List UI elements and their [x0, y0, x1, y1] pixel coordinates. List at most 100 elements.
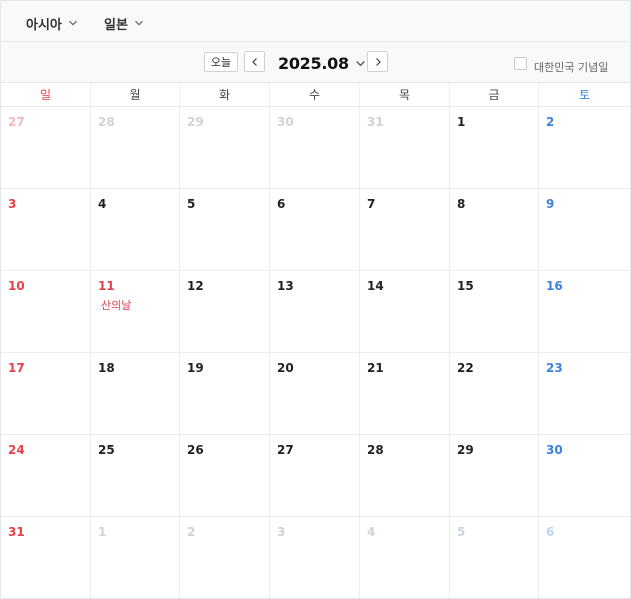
day-number: 2: [187, 525, 196, 539]
day-cell[interactable]: 8: [450, 189, 539, 271]
weekday-wednesday: 수: [270, 83, 360, 106]
day-cell[interactable]: 13: [270, 271, 360, 353]
day-cell[interactable]: 21: [360, 353, 450, 435]
chevron-down-icon: [134, 20, 143, 26]
day-number: 12: [187, 279, 204, 293]
day-number: 24: [8, 443, 25, 457]
country-dropdown[interactable]: 일본: [104, 14, 144, 33]
day-number: 27: [277, 443, 294, 457]
day-cell[interactable]: 28: [360, 435, 450, 517]
weekday-monday: 월: [91, 83, 180, 106]
day-number: 21: [367, 361, 384, 375]
korea-holidays-label: 대한민국 기념일: [534, 61, 609, 74]
day-cell[interactable]: 30: [539, 435, 630, 517]
day-cell[interactable]: 26: [180, 435, 270, 517]
day-number: 13: [277, 279, 294, 293]
day-cell[interactable]: 28: [91, 107, 180, 189]
day-cell[interactable]: 25: [91, 435, 180, 517]
day-cell[interactable]: 18: [91, 353, 180, 435]
day-cell[interactable]: 17: [1, 353, 91, 435]
day-cell[interactable]: 29: [180, 107, 270, 189]
region-dropdown-label: 아시아: [26, 17, 62, 33]
country-dropdown-label: 일본: [104, 17, 128, 33]
day-number: 11: [98, 279, 115, 293]
day-cell[interactable]: 27: [270, 435, 360, 517]
day-number: 28: [98, 115, 115, 129]
region-dropdown[interactable]: 아시아: [26, 14, 78, 33]
day-number: 28: [367, 443, 384, 457]
next-month-button[interactable]: [367, 51, 388, 72]
day-cell[interactable]: 12: [180, 271, 270, 353]
day-number: 5: [457, 525, 466, 539]
day-cell[interactable]: 3: [270, 517, 360, 598]
day-cell[interactable]: 24: [1, 435, 91, 517]
location-bar: 아시아 일본: [1, 1, 630, 42]
weekday-friday: 금: [450, 83, 539, 106]
korea-holidays-toggle[interactable]: 대한민국 기념일: [514, 55, 608, 75]
day-cell[interactable]: 14: [360, 271, 450, 353]
day-cell[interactable]: 6: [539, 517, 630, 598]
day-cell[interactable]: 30: [270, 107, 360, 189]
day-number: 27: [8, 115, 25, 129]
day-number: 3: [277, 525, 286, 539]
day-number: 17: [8, 361, 25, 375]
weekday-saturday: 토: [578, 88, 591, 102]
month-navigation-bar: 오늘 2025.08 대한민국 기념일: [1, 42, 630, 83]
day-cell[interactable]: 4: [360, 517, 450, 598]
chevron-right-icon: [375, 57, 381, 66]
day-cell[interactable]: 20: [270, 353, 360, 435]
day-number: 25: [98, 443, 115, 457]
day-cell[interactable]: 19: [180, 353, 270, 435]
day-cell[interactable]: 2: [539, 107, 630, 189]
day-number: 18: [98, 361, 115, 375]
today-button[interactable]: 오늘: [204, 52, 238, 72]
day-number: 15: [457, 279, 474, 293]
day-cell[interactable]: 16: [539, 271, 630, 353]
day-number: 22: [457, 361, 474, 375]
year-month-picker[interactable]: 2025.08: [278, 52, 366, 74]
day-cell[interactable]: 5: [180, 189, 270, 271]
day-number: 31: [367, 115, 384, 129]
day-number: 29: [187, 115, 204, 129]
day-number: 4: [367, 525, 376, 539]
day-number: 6: [546, 525, 555, 539]
day-cell[interactable]: 31: [1, 517, 91, 598]
month-grid: 27 28 29 30 31 1 2 3 4 5 6 7 8 9 10 11 산의날 12 13 14 15 16 17 18…: [1, 107, 630, 598]
day-number: 10: [8, 279, 25, 293]
day-cell[interactable]: 31: [360, 107, 450, 189]
day-number: 30: [277, 115, 294, 129]
day-cell[interactable]: 1: [450, 107, 539, 189]
day-cell[interactable]: 3: [1, 189, 91, 271]
day-number: 1: [457, 115, 466, 129]
day-cell[interactable]: 29: [450, 435, 539, 517]
day-number: 1: [98, 525, 107, 539]
day-number: 3: [8, 197, 17, 211]
prev-month-button[interactable]: [244, 51, 265, 72]
day-number: 23: [546, 361, 563, 375]
weekday-header: 일 월 화 수 목 금 토: [1, 83, 630, 107]
chevron-down-icon: [355, 60, 365, 66]
chevron-down-icon: [68, 20, 77, 26]
day-cell[interactable]: 5: [450, 517, 539, 598]
day-number: 30: [546, 443, 563, 457]
day-number: 29: [457, 443, 474, 457]
weekday-tuesday: 화: [180, 83, 270, 106]
day-cell[interactable]: 15: [450, 271, 539, 353]
day-cell[interactable]: 27: [1, 107, 91, 189]
day-cell[interactable]: 22: [450, 353, 539, 435]
day-cell[interactable]: 6: [270, 189, 360, 271]
korea-holidays-checkbox[interactable]: [514, 56, 527, 70]
day-cell[interactable]: 23: [539, 353, 630, 435]
day-number: 5: [187, 197, 196, 211]
day-cell[interactable]: 7: [360, 189, 450, 271]
day-cell[interactable]: 1: [91, 517, 180, 598]
day-number: 4: [98, 197, 107, 211]
day-number: 20: [277, 361, 294, 375]
day-number: 6: [277, 197, 286, 211]
day-cell[interactable]: 9: [539, 189, 630, 271]
day-cell[interactable]: 10: [1, 271, 91, 353]
day-cell[interactable]: 4: [91, 189, 180, 271]
day-number: 16: [546, 279, 563, 293]
day-cell[interactable]: 11 산의날: [91, 271, 180, 353]
day-cell[interactable]: 2: [180, 517, 270, 598]
